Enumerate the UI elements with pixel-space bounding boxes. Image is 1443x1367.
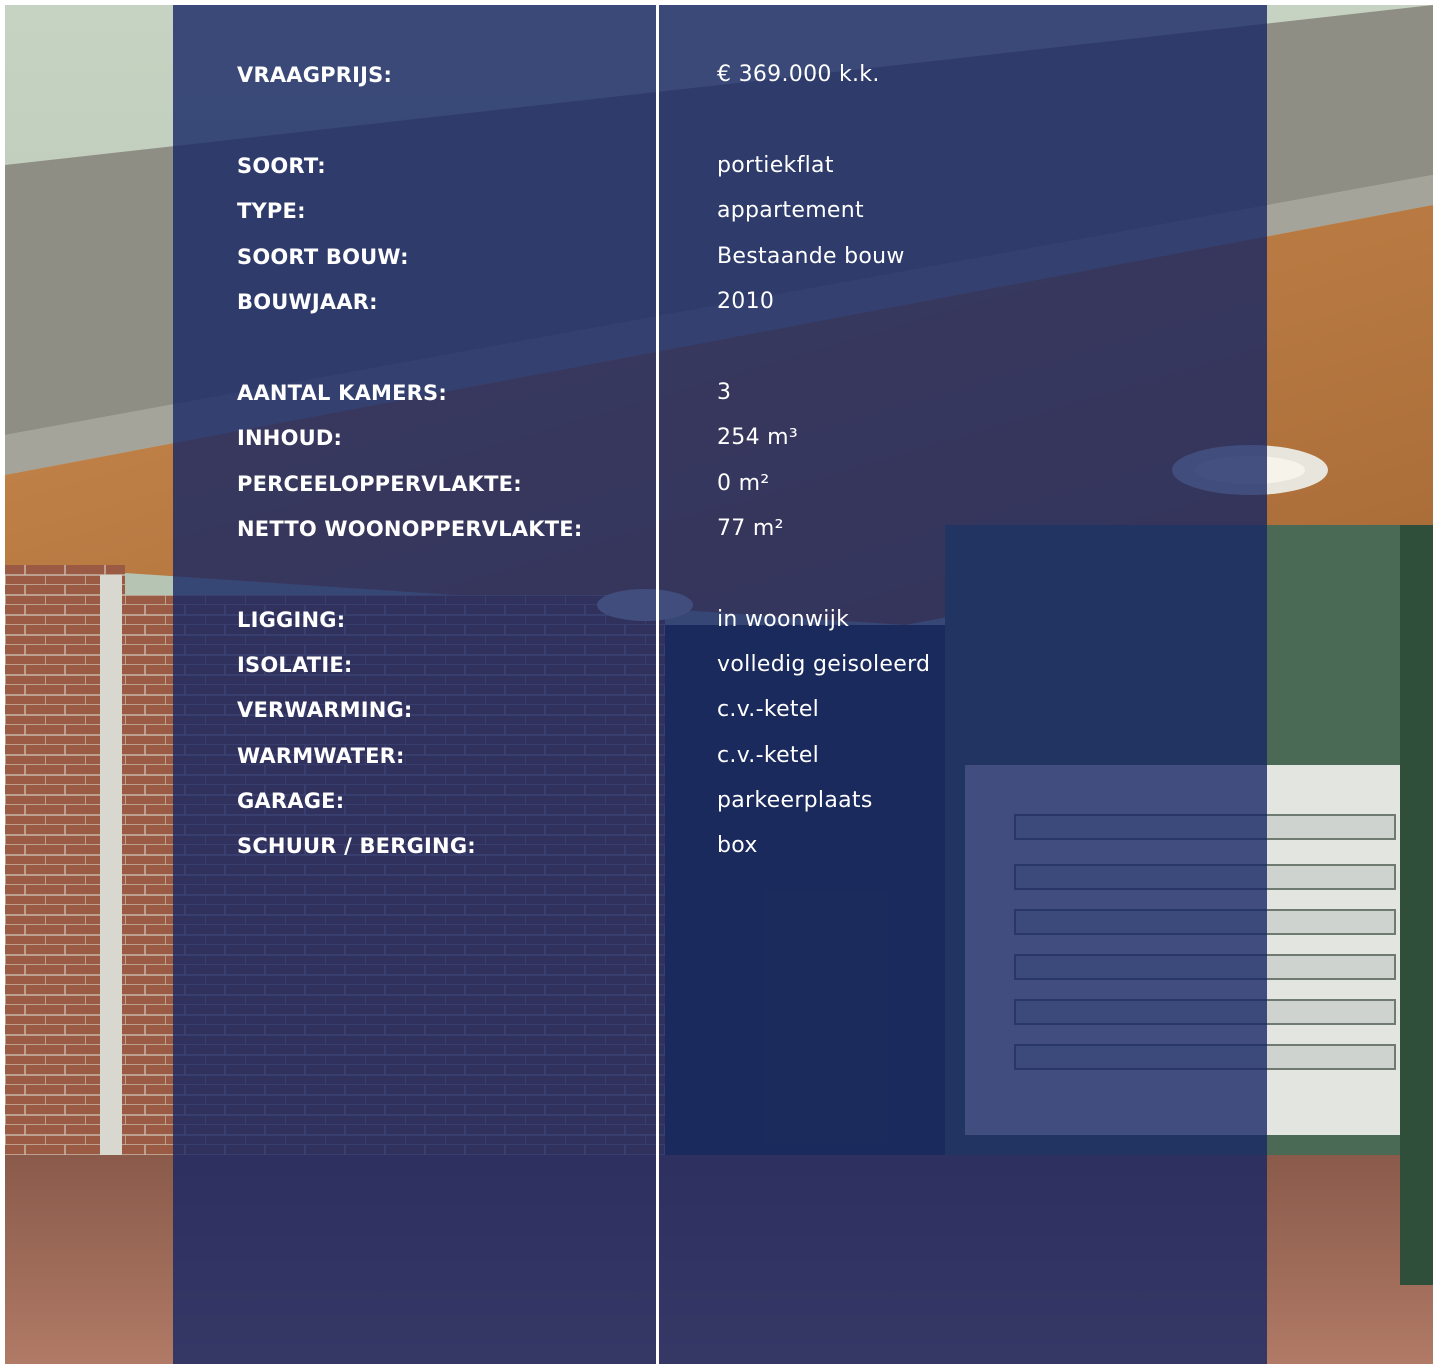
spec-label-bouwjaar: BOUWJAAR: — [237, 290, 378, 314]
spec-label-inhoud: INHOUD: — [237, 426, 343, 450]
spec-label-ligging: LIGGING: — [237, 608, 346, 632]
spec-label-aantal-kamers: AANTAL KAMERS: — [237, 381, 447, 405]
spec-label-isolatie: ISOLATIE: — [237, 653, 353, 677]
spec-value-ligging: in woonwijk — [717, 607, 850, 632]
spec-value-inhoud: 254 m³ — [717, 425, 799, 450]
spec-label-vraagprijs: VRAAGPRIJS: — [237, 63, 393, 87]
spec-value-type: appartement — [717, 198, 864, 223]
spec-label-schuur-berging: SCHUUR / BERGING: — [237, 834, 476, 858]
spec-value-schuur-berging: box — [717, 833, 758, 858]
spec-value-garage: parkeerplaats — [717, 788, 873, 813]
spec-label-garage: GARAGE: — [237, 789, 345, 813]
spec-label-type: TYPE: — [237, 199, 306, 223]
spec-value-soort-bouw: Bestaande bouw — [717, 244, 905, 269]
column-divider — [656, 5, 659, 1364]
spec-label-soort: SOORT: — [237, 154, 326, 178]
spec-value-verwarming: c.v.-ketel — [717, 697, 820, 722]
spec-value-isolatie: volledig geisoleerd — [717, 652, 931, 677]
spec-value-aantal-kamers: 3 — [717, 380, 732, 405]
spec-label-verwarming: VERWARMING: — [237, 698, 413, 722]
spec-value-perceeloppervlakte: 0 m² — [717, 471, 770, 496]
spec-label-netto-woonoppervlakte: NETTO WOONOPPERVLAKTE: — [237, 517, 583, 541]
spec-value-soort: portiekflat — [717, 153, 834, 178]
spec-label-warmwater: WARMWATER: — [237, 744, 405, 768]
spec-label-perceeloppervlakte: PERCEELOPPERVLAKTE: — [237, 472, 522, 496]
spec-value-bouwjaar: 2010 — [717, 289, 775, 314]
spec-value-netto-woonoppervlakte: 77 m² — [717, 516, 784, 541]
spec-value-vraagprijs: € 369.000 k.k. — [717, 62, 880, 87]
spec-label-soort-bouw: SOORT BOUW: — [237, 245, 409, 269]
spec-value-warmwater: c.v.-ketel — [717, 743, 820, 768]
